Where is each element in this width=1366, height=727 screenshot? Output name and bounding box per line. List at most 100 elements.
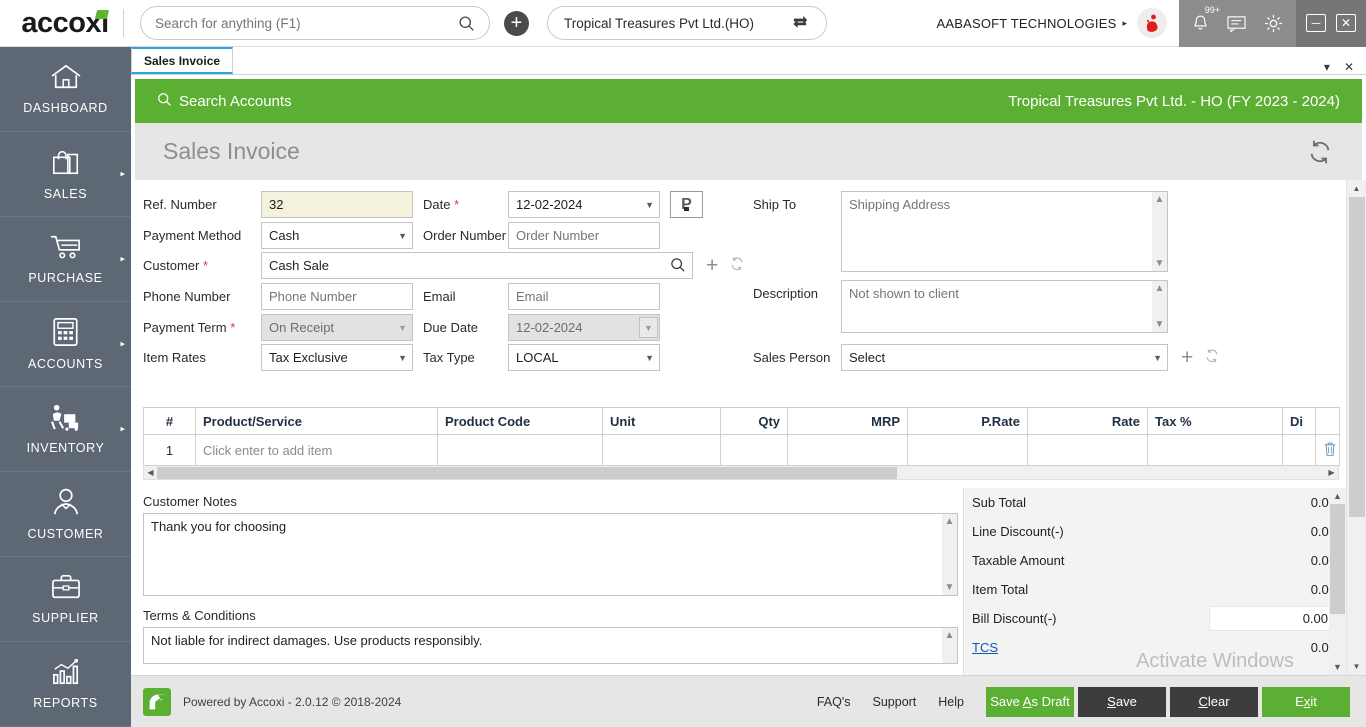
col-discount[interactable]: Di bbox=[1283, 408, 1316, 435]
chevron-down-icon[interactable]: ▼ bbox=[1155, 319, 1165, 330]
terms-scrollbar[interactable]: ▲ bbox=[942, 628, 957, 663]
quick-add-button[interactable]: + bbox=[504, 11, 529, 36]
row-prate[interactable] bbox=[908, 435, 1028, 466]
gear-icon[interactable] bbox=[1263, 13, 1284, 34]
chevron-up-icon[interactable]: ▲ bbox=[945, 516, 955, 527]
row-product-code[interactable] bbox=[438, 435, 603, 466]
tcs-link[interactable]: TCS bbox=[972, 640, 998, 655]
print-button[interactable]: P bbox=[670, 191, 703, 218]
payment-method-select[interactable] bbox=[261, 222, 413, 249]
sidebar-item-sales[interactable]: SALES ▸ bbox=[0, 132, 131, 217]
chevron-down-icon[interactable]: ▼ bbox=[1155, 258, 1165, 269]
branch-selector[interactable]: Tropical Treasures Pvt Ltd.(HO) bbox=[547, 6, 827, 40]
row-product-service[interactable]: Click enter to add item bbox=[196, 435, 438, 466]
tab-close-icon[interactable]: ✕ bbox=[1344, 60, 1354, 74]
scroll-thumb[interactable] bbox=[157, 467, 897, 479]
sidebar-item-dashboard[interactable]: DASHBOARD bbox=[0, 47, 131, 132]
sidebar-item-purchase[interactable]: PURCHASE ▸ bbox=[0, 217, 131, 302]
col-mrp[interactable]: MRP bbox=[788, 408, 908, 435]
chevron-up-icon[interactable]: ▲ bbox=[1155, 194, 1165, 205]
order-number-input[interactable] bbox=[508, 222, 660, 249]
col-unit[interactable]: Unit bbox=[603, 408, 721, 435]
sidebar-item-reports[interactable]: REPORTS bbox=[0, 642, 131, 727]
totals-scrollbar[interactable]: ▲ ▼ bbox=[1329, 488, 1346, 675]
sidebar-item-supplier[interactable]: SUPPLIER bbox=[0, 557, 131, 642]
search-icon[interactable] bbox=[458, 15, 475, 32]
avatar[interactable] bbox=[1137, 8, 1167, 38]
close-button[interactable]: ✕ bbox=[1336, 14, 1356, 32]
col-prate[interactable]: P.Rate bbox=[908, 408, 1028, 435]
customer-notes-textarea[interactable] bbox=[143, 513, 958, 596]
refresh-customer-icon[interactable] bbox=[729, 256, 745, 276]
page-vertical-scrollbar[interactable]: ▲ ▼ bbox=[1346, 180, 1366, 675]
refresh-icon[interactable] bbox=[1306, 138, 1334, 166]
chevron-down-icon[interactable]: ▼ bbox=[945, 582, 955, 593]
exit-button[interactable]: Exit bbox=[1262, 687, 1350, 717]
scroll-up-arrow-icon[interactable]: ▲ bbox=[1347, 180, 1366, 197]
chevron-up-icon[interactable]: ▲ bbox=[945, 630, 955, 641]
phone-number-input[interactable] bbox=[261, 283, 413, 310]
sidebar-item-inventory[interactable]: INVENTORY ▸ bbox=[0, 387, 131, 472]
chevron-down-icon[interactable]: ▼ bbox=[639, 317, 658, 338]
row-qty[interactable] bbox=[721, 435, 788, 466]
item-rates-select[interactable] bbox=[261, 344, 413, 371]
add-customer-icon[interactable]: + bbox=[706, 254, 718, 278]
global-search[interactable] bbox=[140, 6, 490, 40]
search-accounts-button[interactable]: Search Accounts bbox=[157, 92, 292, 111]
customer-input[interactable] bbox=[261, 252, 693, 279]
col-product-service[interactable]: Product/Service bbox=[196, 408, 438, 435]
scroll-thumb[interactable] bbox=[1349, 197, 1365, 517]
clear-button[interactable]: Clear bbox=[1170, 687, 1258, 717]
col-index[interactable]: # bbox=[144, 408, 196, 435]
minimize-button[interactable]: ─ bbox=[1306, 14, 1326, 32]
add-sales-person-icon[interactable]: + bbox=[1181, 346, 1193, 370]
scroll-left-arrow-icon[interactable]: ◀ bbox=[144, 468, 157, 477]
col-rate[interactable]: Rate bbox=[1028, 408, 1148, 435]
email-field[interactable] bbox=[508, 283, 660, 310]
row-tax-percent[interactable] bbox=[1148, 435, 1283, 466]
ref-number-input[interactable] bbox=[261, 191, 413, 218]
customer-search-icon[interactable] bbox=[670, 257, 686, 278]
description-scrollbar[interactable]: ▲▼ bbox=[1152, 281, 1167, 332]
chevron-up-icon[interactable]: ▲ bbox=[1155, 283, 1165, 294]
company-menu-caret[interactable]: ▸ bbox=[1122, 18, 1127, 29]
row-discount[interactable] bbox=[1283, 435, 1316, 466]
date-input[interactable] bbox=[508, 191, 660, 218]
feedback-icon[interactable] bbox=[1226, 14, 1247, 32]
customer-notes-scrollbar[interactable]: ▲▼ bbox=[942, 514, 957, 595]
scroll-down-arrow-icon[interactable]: ▼ bbox=[1347, 658, 1366, 675]
search-input[interactable] bbox=[155, 16, 458, 31]
terms-conditions-textarea[interactable] bbox=[143, 627, 958, 664]
chevron-up-icon[interactable]: ▲ bbox=[1333, 491, 1342, 501]
sales-person-select[interactable] bbox=[841, 344, 1168, 371]
col-product-code[interactable]: Product Code bbox=[438, 408, 603, 435]
bill-discount-input[interactable]: 0.00 bbox=[1209, 606, 1336, 631]
sidebar-item-customer[interactable]: CUSTOMER bbox=[0, 472, 131, 557]
row-unit[interactable] bbox=[603, 435, 721, 466]
col-tax-percent[interactable]: Tax % bbox=[1148, 408, 1283, 435]
payment-term-select[interactable] bbox=[261, 314, 413, 341]
tab-list-dropdown-icon[interactable]: ▾ bbox=[1324, 60, 1330, 74]
bell-icon[interactable]: 99+ bbox=[1191, 13, 1210, 33]
table-row[interactable]: 1 Click enter to add item bbox=[144, 435, 1340, 466]
refresh-sales-person-icon[interactable] bbox=[1204, 348, 1220, 368]
due-date-input[interactable] bbox=[508, 314, 660, 341]
delete-row-button[interactable] bbox=[1316, 435, 1340, 466]
support-link[interactable]: Support bbox=[873, 695, 917, 709]
faqs-link[interactable]: FAQ's bbox=[817, 695, 851, 709]
chevron-down-icon[interactable]: ▼ bbox=[1333, 662, 1342, 672]
switch-icon[interactable] bbox=[791, 13, 810, 33]
description-textarea[interactable] bbox=[841, 280, 1168, 333]
scroll-thumb[interactable] bbox=[1330, 504, 1345, 614]
sidebar-item-accounts[interactable]: ACCOUNTS ▸ bbox=[0, 302, 131, 387]
tax-type-select[interactable] bbox=[508, 344, 660, 371]
grid-horizontal-scrollbar[interactable]: ◀ ▶ bbox=[143, 466, 1339, 480]
row-rate[interactable] bbox=[1028, 435, 1148, 466]
ship-to-scrollbar[interactable]: ▲▼ bbox=[1152, 192, 1167, 271]
col-qty[interactable]: Qty bbox=[721, 408, 788, 435]
help-link[interactable]: Help bbox=[938, 695, 964, 709]
ship-to-textarea[interactable] bbox=[841, 191, 1168, 272]
save-as-draft-button[interactable]: Save As Draft bbox=[986, 687, 1074, 717]
save-button[interactable]: Save bbox=[1078, 687, 1166, 717]
scroll-right-arrow-icon[interactable]: ▶ bbox=[1325, 468, 1338, 477]
